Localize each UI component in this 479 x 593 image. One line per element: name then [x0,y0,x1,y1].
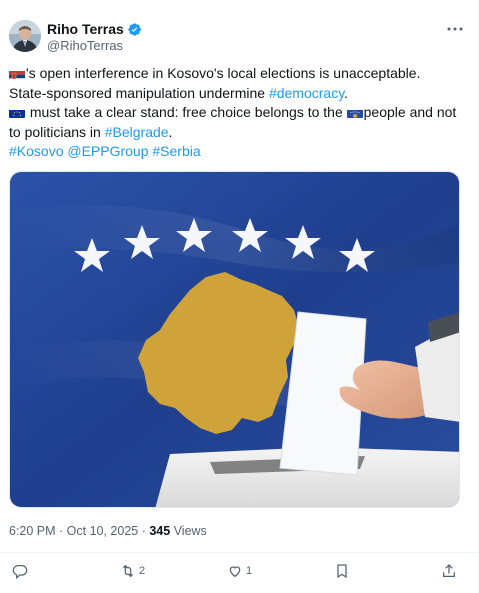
like-count: 1 [246,565,253,577]
tweet-text-line4-suffix: . [168,123,173,140]
tweet-card: Riho Terras @RihoTerras 's open interfer… [0,0,479,593]
tweet-line-4: to politicians in #Belgrade. [9,123,464,143]
serbia-flag-icon [9,68,25,79]
tweet-text: 's open interference in Kosovo's local e… [9,64,464,162]
eu-flag-icon [9,107,25,118]
tweet-text-line3b: people and not [363,104,457,120]
avatar[interactable] [9,20,41,52]
share-button[interactable] [441,560,457,582]
tweet-image[interactable] [9,171,460,508]
hashtag-democracy-link[interactable]: #democracy [269,85,344,101]
hashtags-line[interactable]: #Kosovo @EPPGroup #Serbia [9,142,464,162]
tweet-line-3: must take a clear stand: free choice bel… [9,103,464,123]
divider [0,552,479,553]
bookmark-icon [337,564,347,579]
reply-icon [12,565,28,579]
tweet-text-line1: 's open interference in Kosovo's local e… [26,65,421,81]
tweet-line-1: 's open interference in Kosovo's local e… [9,64,464,84]
verified-badge-icon [128,23,141,36]
like-button[interactable]: 1 [227,560,252,582]
timestamp[interactable]: 6:20 PM · Oct 10, 2025 · [9,524,149,538]
tweet-text-line2-prefix: State-sponsored manipulation undermine [9,84,269,101]
tweet-text-line3a: must take a clear stand: free choice bel… [26,104,347,120]
more-options-icon[interactable] [444,21,466,37]
hashtag-belgrade-link[interactable]: #Belgrade [105,124,169,140]
tweet-text-line4-prefix: to politicians in [9,123,105,140]
views-count: 345 [149,524,171,538]
tweet-text-line2-suffix: . [344,84,349,101]
retweet-count: 2 [139,565,146,577]
tweet-line-2: State-sponsored manipulation undermine #… [9,84,464,104]
bookmark-button[interactable] [334,560,350,582]
reply-button[interactable] [12,560,31,582]
author-name-row[interactable]: Riho Terras [47,21,142,38]
tweet-meta: 6:20 PM · Oct 10, 2025 · 345 Views [9,523,207,539]
author-handle[interactable]: @RihoTerras [47,38,123,54]
retweet-icon [122,564,134,578]
action-bar: 2 1 [0,560,479,584]
share-icon [443,564,455,577]
views-label: Views [170,524,207,538]
author-name[interactable]: Riho Terras [47,21,124,38]
kosovo-flag-icon [346,107,363,118]
retweet-button[interactable]: 2 [120,560,145,582]
heart-icon [229,566,241,578]
